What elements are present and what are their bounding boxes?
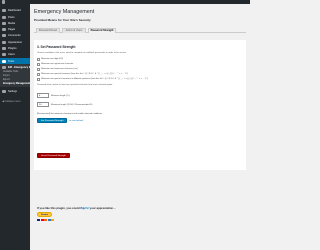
payment-cards [37, 219, 55, 221]
unset-password-strength-button[interactable]: Unset Password Strength [37, 153, 70, 158]
password-strength-panel: 3. Set Password Strength Choose conditio… [34, 40, 246, 170]
sidebar-item-label: Posts [8, 15, 15, 19]
sidebar-item-dashboard[interactable]: Dashboard [0, 7, 30, 13]
submenu-item-emergency-management[interactable]: Emergency Management [3, 83, 30, 86]
collapse-label: Collapse menu [4, 100, 21, 103]
plugin-icon [2, 46, 6, 50]
section-intro: Choose conditions that users need to com… [37, 52, 127, 54]
paypal-logo-part2: Pal [84, 206, 89, 210]
payment-card-icon [44, 219, 48, 221]
sidebar-item-settings[interactable]: Settings [0, 88, 30, 94]
payment-card-icon [51, 219, 55, 221]
sidebar-item-label: Plugins [8, 46, 17, 50]
submenu-item-available-tools[interactable]: Available Tools [3, 71, 18, 74]
comment-icon [2, 33, 6, 37]
tab-admin-users[interactable]: Admin & Users [62, 28, 86, 33]
checkbox-label: Minimum one lowercase character (a-z) [41, 68, 78, 71]
sidebar-item-label: EM - Emergency Management [8, 65, 30, 69]
max-length-input[interactable]: 50 [37, 102, 49, 107]
conditions-note: Password must contain at least one speci… [37, 84, 113, 86]
sidebar-item-label: Appearance [8, 40, 22, 44]
min-length-input[interactable]: 8 [37, 93, 49, 98]
recommend-label: [Recommend] Set minimum characters and e… [37, 113, 103, 115]
submenu-item-export[interactable]: Export [3, 79, 10, 82]
sidebar-item-label: Tools [8, 59, 15, 63]
sidebar-item-label: Dashboard [8, 8, 21, 12]
page-icon [2, 27, 6, 31]
pin-icon [2, 15, 6, 19]
reset-default-link[interactable]: or reset default [69, 120, 83, 122]
collapse-menu-button[interactable]: ◀ Collapse menu [2, 100, 20, 103]
save-row: Set Password Strength or reset default [37, 118, 83, 123]
sidebar-item-users[interactable]: Users [0, 51, 30, 57]
option-special-char[interactable]: Minimum one special character (from this… [37, 73, 128, 76]
paypal-logo: PayPal [80, 207, 89, 210]
option-digit[interactable]: Minimum one digit (0-9) [37, 58, 63, 61]
settings-icon [2, 89, 6, 93]
admin-sidebar: Dashboard Posts Media Pages Comments App… [0, 4, 30, 250]
checkbox-label: Minimum one special character (from this… [41, 73, 128, 76]
dashboard-icon [2, 8, 6, 12]
sidebar-item-label: Media [8, 21, 16, 25]
sidebar-item-comments[interactable]: Comments [0, 32, 30, 38]
shield-icon [2, 65, 6, 69]
page-title: Emergency Management [34, 9, 95, 15]
media-icon [2, 21, 6, 25]
donate-message: If you like this plugin, you could PayPa… [37, 206, 115, 210]
tools-submenu: Available Tools Import Export Emergency … [0, 70, 30, 87]
checkbox[interactable] [37, 73, 40, 76]
user-icon [2, 52, 6, 56]
checkbox[interactable] [37, 68, 40, 71]
brush-icon [2, 40, 6, 44]
max-length-row: 50 Maximum length (12-50) / Recommended 5… [37, 102, 92, 107]
sidebar-item-label: Pages [8, 27, 16, 31]
payment-card-icon [47, 219, 51, 221]
sidebar-item-label: Settings [8, 89, 18, 93]
donate-message-prefix: If you like this plugin, you could [37, 206, 80, 210]
section-title: 3. Set Password Strength [37, 45, 76, 49]
donate-button[interactable]: Donate [37, 212, 53, 217]
option-lowercase[interactable]: Minimum one lowercase character (a-z) [37, 68, 78, 71]
sidebar-item-label: Comments [8, 33, 21, 37]
donate-message-suffix: your appreciation... [89, 206, 116, 210]
submenu-item-import[interactable]: Import [3, 75, 10, 78]
option-two-special-chars[interactable]: Minimum two special characters at differ… [37, 78, 148, 81]
set-password-strength-button[interactable]: Set Password Strength [37, 118, 68, 123]
tab-password-reset[interactable]: Password Reset [36, 28, 60, 33]
page-subtitle: Provided Means for Your Site's Security [34, 18, 91, 22]
wrench-icon [2, 59, 6, 63]
min-length-row: 8 Minimum length (7+) [37, 93, 70, 98]
checkbox[interactable] [37, 78, 40, 81]
min-length-label: Minimum length (7+) [51, 94, 70, 97]
payment-card-icon [40, 219, 44, 221]
payment-card-icon [37, 219, 40, 221]
tab-bar: Password Reset Admin & Users Password St… [34, 25, 246, 34]
sidebar-item-label: Users [8, 52, 15, 56]
checkbox[interactable] [37, 58, 40, 61]
checkbox[interactable] [37, 63, 40, 66]
max-length-label: Maximum length (12-50) / Recommended 50 [51, 103, 93, 106]
option-uppercase[interactable]: Minimum one uppercase character [37, 63, 73, 66]
checkbox-label: Minimum one digit (0-9) [41, 58, 64, 61]
checkbox-label: Minimum one uppercase character [41, 63, 74, 66]
admin-bar [0, 0, 250, 4]
tab-password-strength[interactable]: Password Strength [88, 28, 116, 34]
checkbox-label: Minimum two special characters at differ… [41, 78, 148, 81]
